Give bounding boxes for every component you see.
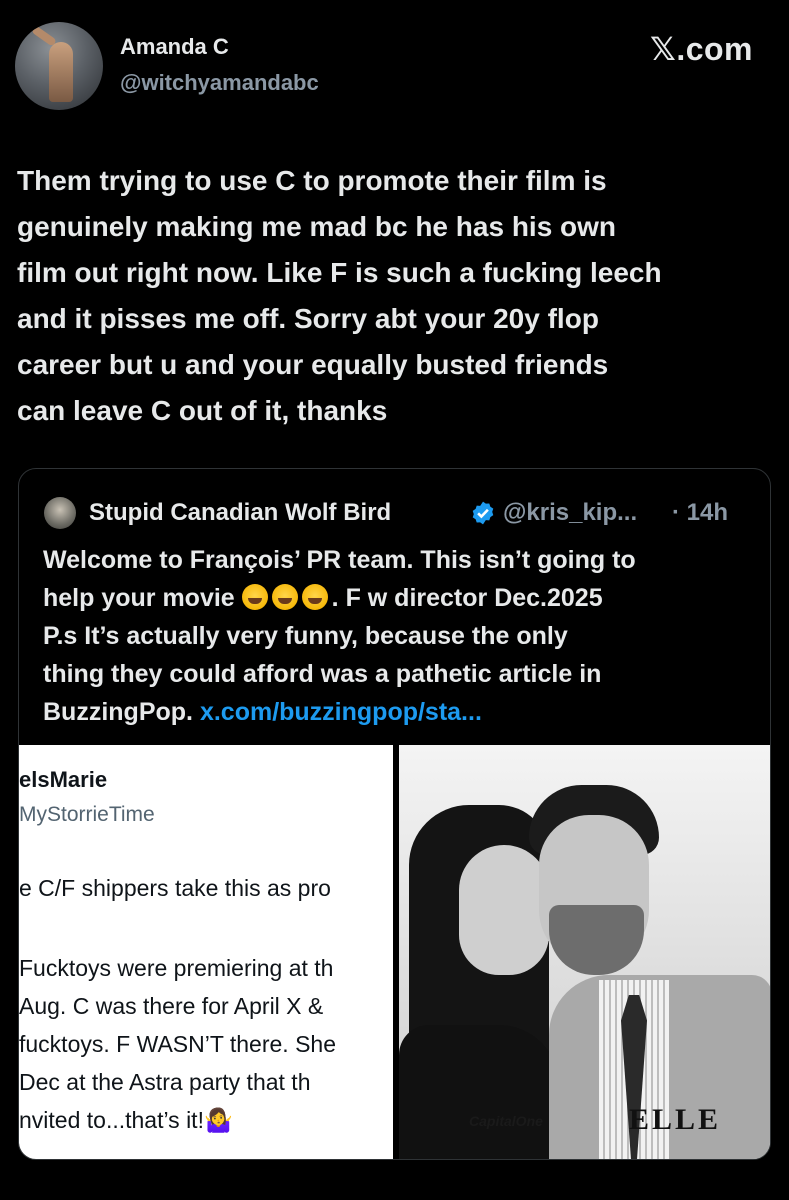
x-logo: 𝕏.com — [650, 31, 753, 67]
quote-line: Welcome to François’ PR team. This isn’t… — [43, 546, 636, 574]
tweet-line: career but u and your equally busted fri… — [17, 349, 609, 380]
rofl-emoji-icon — [301, 584, 328, 610]
tweet-line: can leave C out of it, thanks — [17, 395, 388, 426]
quote-line: thing they could afford was a pathetic a… — [43, 660, 602, 688]
tweet-line: genuinely making me mad bc he has his ow… — [17, 211, 617, 242]
author-handle[interactable]: @witchyamandabc — [120, 70, 319, 96]
verified-badge-icon — [472, 501, 494, 525]
tweet-text: Them trying to use C to promote their fi… — [17, 158, 777, 434]
tweet-line: and it pisses me off. Sorry abt your 20y… — [17, 303, 599, 334]
elle-logo: ELLE — [629, 1103, 722, 1136]
quote-line-text: BuzzingPop. — [43, 698, 193, 726]
quote-line: help your movie . F w director Dec.2025 — [43, 579, 763, 617]
screenshot-text-line: fucktoys. F WASN’T there. She — [19, 1031, 336, 1057]
photo-woman-dress — [399, 1025, 559, 1159]
quote-line-text: . F w director Dec.2025 — [331, 584, 603, 612]
rofl-emoji-icon — [241, 584, 268, 610]
quote-line-text: help your movie — [43, 584, 235, 612]
avatar-figure — [49, 42, 73, 102]
tweet-line: Them trying to use C to promote their fi… — [17, 165, 607, 196]
media-screenshot[interactable]: elsMarie MyStorrieTime e C/F shippers ta… — [19, 745, 393, 1159]
author-avatar[interactable] — [15, 22, 103, 110]
photo-woman-face — [459, 845, 549, 975]
quote-line: BuzzingPop. x.com/buzzingpop/sta... — [43, 693, 763, 731]
screenshot-author-handle: MyStorrieTime — [19, 803, 155, 826]
quote-line: P.s It’s actually very funny, because th… — [43, 622, 568, 650]
screenshot-author-name: elsMarie — [19, 767, 108, 792]
quote-timestamp[interactable]: · 14h — [672, 499, 728, 527]
tweet-line: film out right now. Like F is such a fuc… — [17, 257, 662, 288]
rofl-emoji-icon — [271, 584, 298, 610]
quote-author-avatar[interactable] — [44, 497, 76, 529]
quoted-tweet-card[interactable]: Stupid Canadian Wolf Bird @kris_kip... ·… — [18, 468, 771, 1160]
screenshot-text-line: e C/F shippers take this as pro — [19, 875, 331, 901]
screenshot-text-line: Aug. C was there for April X & — [19, 993, 324, 1019]
author-display-name[interactable]: Amanda C — [120, 34, 229, 60]
quote-author-name[interactable]: Stupid Canadian Wolf Bird — [89, 499, 391, 527]
quote-text: Welcome to François’ PR team. This isn’t… — [43, 541, 763, 731]
capitalone-logo: CapitalOne — [469, 1113, 543, 1129]
quote-author-handle[interactable]: @kris_kip... — [503, 499, 637, 527]
media-photo[interactable]: CapitalOne ELLE — [399, 745, 770, 1159]
screenshot-text-line: Fucktoys were premiering at th — [19, 955, 334, 981]
screenshot-text-line: nvited to...that’s it!🤷‍♀️ — [19, 1107, 233, 1133]
quote-link[interactable]: x.com/buzzingpop/sta... — [200, 698, 482, 726]
screenshot-text-line: Dec at the Astra party that th — [19, 1069, 311, 1095]
